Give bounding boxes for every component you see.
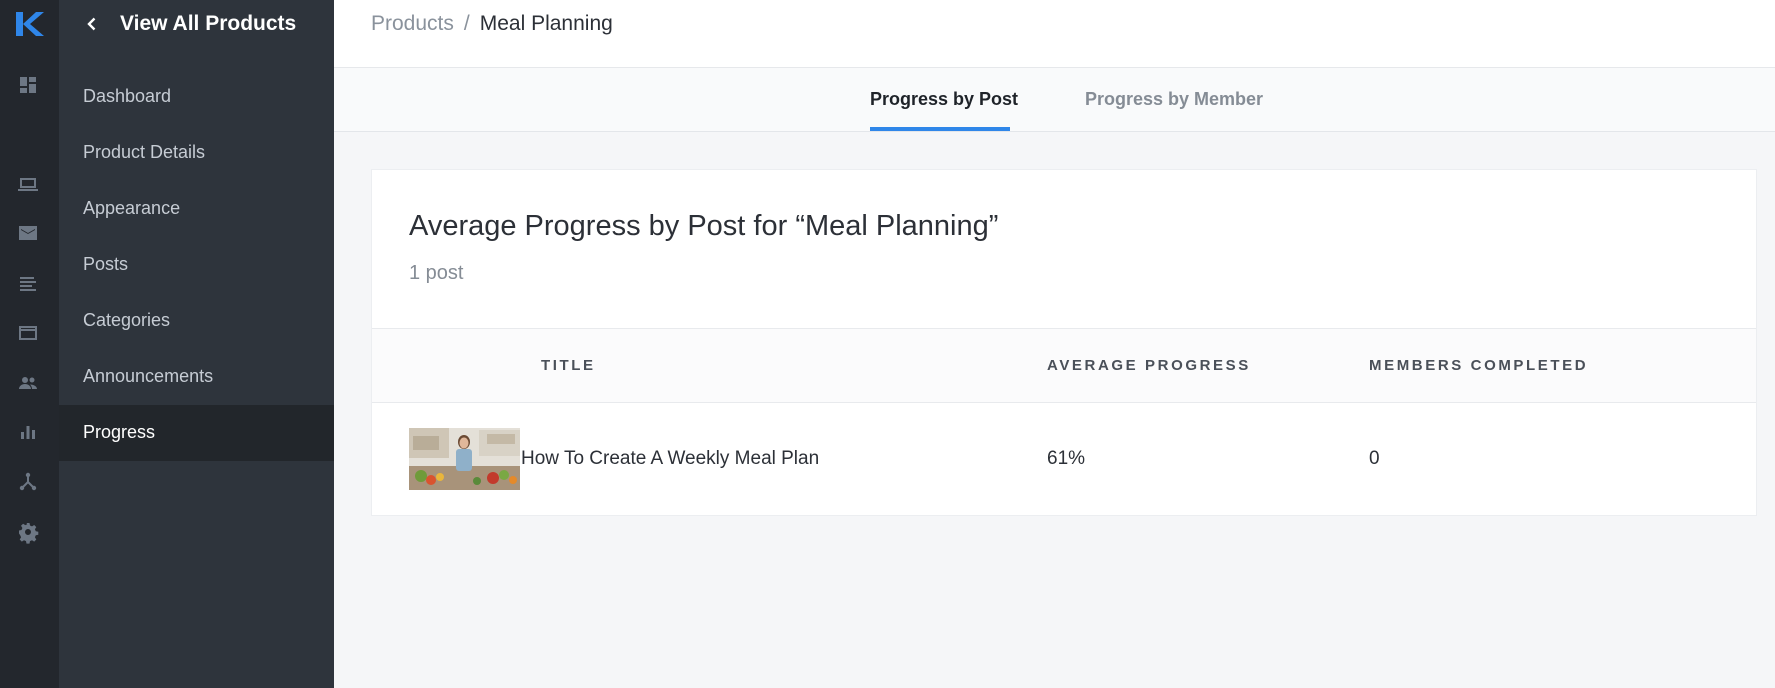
gear-icon[interactable] [16, 520, 40, 544]
table-row[interactable]: How To Create A Weekly Meal Plan 61% 0 [372, 403, 1756, 515]
view-all-products-label: View All Products [120, 12, 297, 35]
active-tab-indicator [870, 127, 1010, 131]
chevron-left-icon [83, 15, 101, 33]
tab-label: Progress by Member [1085, 89, 1264, 109]
sidebar-item-progress[interactable]: Progress [59, 405, 334, 461]
members-completed-value: 0 [1369, 448, 1380, 469]
table-header: TITLE AVERAGE PROGRESS MEMBERS COMPLETED [372, 328, 1756, 403]
sidebar-item-label: Progress [83, 422, 156, 442]
tab-label: Progress by Post [870, 89, 1019, 109]
sidebar-item-label: Appearance [83, 198, 181, 218]
post-title[interactable]: How To Create A Weekly Meal Plan [521, 447, 819, 471]
list-icon[interactable] [16, 272, 40, 296]
sidebar-item-label: Categories [83, 310, 171, 330]
laptop-icon[interactable] [16, 172, 40, 196]
tab-progress-by-post[interactable]: Progress by Post [870, 68, 1018, 131]
tab-bar: Progress by Post Progress by Member [334, 68, 1775, 132]
tab-progress-by-member[interactable]: Progress by Member [1085, 68, 1264, 131]
view-all-products-link[interactable]: View All Products [59, 0, 334, 48]
post-thumbnail[interactable] [409, 428, 520, 490]
sidebar-item-categories[interactable]: Categories [59, 293, 334, 349]
column-header-members-completed[interactable]: MEMBERS COMPLETED [1369, 357, 1588, 375]
sidebar-item-product-details[interactable]: Product Details [59, 125, 334, 181]
breadcrumb-separator: / [463, 12, 470, 35]
post-count: 1 post [409, 262, 464, 284]
product-sidebar: View All Products Dashboard Product Deta… [59, 0, 334, 688]
sidebar-item-announcements[interactable]: Announcements [59, 349, 334, 405]
breadcrumb: Products / Meal Planning [371, 11, 613, 37]
network-icon[interactable] [16, 470, 40, 494]
sidebar-item-label: Product Details [83, 142, 206, 162]
mail-icon[interactable] [16, 221, 40, 245]
browser-icon[interactable] [16, 321, 40, 345]
column-header-average-progress[interactable]: AVERAGE PROGRESS [1047, 357, 1251, 375]
sidebar-item-label: Announcements [83, 366, 214, 386]
column-header-title[interactable]: TITLE [541, 357, 596, 375]
sidebar-item-label: Dashboard [83, 86, 172, 106]
dashboard-icon[interactable] [16, 73, 40, 97]
average-progress-value: 61% [1047, 448, 1086, 469]
bar-chart-icon[interactable] [16, 420, 40, 444]
sidebar-item-label: Posts [83, 254, 129, 274]
people-icon[interactable] [16, 371, 40, 395]
breadcrumb-products-link[interactable]: Products [371, 12, 454, 35]
kajabi-logo-icon[interactable] [14, 10, 44, 38]
icon-rail [0, 0, 59, 688]
card-title: Average Progress by Post for “Meal Plann… [409, 210, 999, 242]
sidebar-item-appearance[interactable]: Appearance [59, 181, 334, 237]
breadcrumb-current: Meal Planning [479, 12, 613, 35]
sidebar-item-dashboard[interactable]: Dashboard [59, 69, 334, 125]
top-bar: Products / Meal Planning [334, 0, 1775, 68]
sidebar-item-posts[interactable]: Posts [59, 237, 334, 293]
progress-card: Average Progress by Post for “Meal Plann… [371, 169, 1757, 516]
